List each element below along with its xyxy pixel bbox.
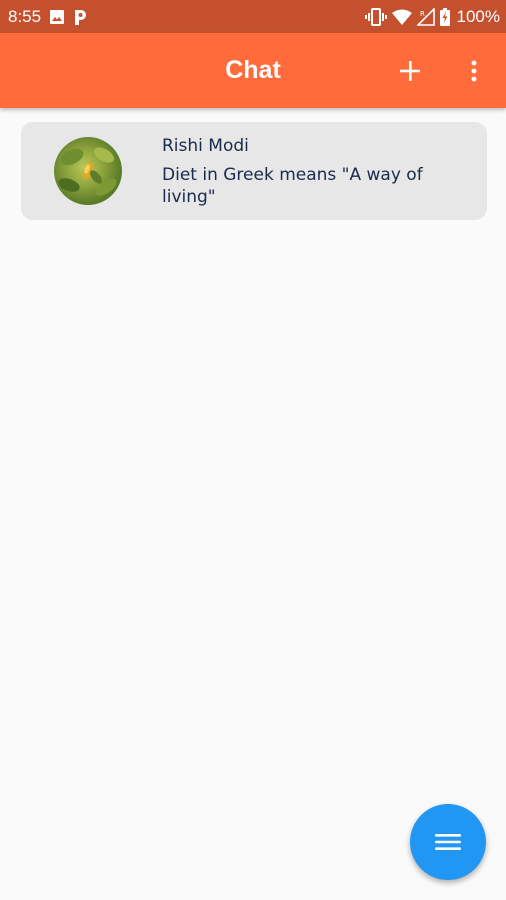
avatar xyxy=(54,137,122,205)
battery-percentage: 100% xyxy=(456,6,500,26)
chat-text: Rishi Modi Diet in Greek means "A way of… xyxy=(162,135,462,208)
signal-icon: R xyxy=(416,7,435,26)
app-bar: Chat xyxy=(0,33,506,108)
chat-list-item[interactable]: Rishi Modi Diet in Greek means "A way of… xyxy=(21,122,487,220)
menu-icon xyxy=(435,834,461,850)
status-time: 8:55 xyxy=(8,6,42,26)
status-bar-right: R 100% xyxy=(364,6,500,27)
chat-list: Rishi Modi Diet in Greek means "A way of… xyxy=(21,122,487,220)
add-icon xyxy=(400,61,420,81)
contact-name: Rishi Modi xyxy=(162,136,249,156)
p-icon xyxy=(72,8,88,26)
more-vert-icon xyxy=(471,60,477,82)
status-bar: 8:55 R 100% xyxy=(0,0,506,33)
image-icon xyxy=(49,9,65,25)
status-bar-left: 8:55 xyxy=(8,7,95,27)
vibrate-icon xyxy=(364,7,387,26)
more-options-button[interactable] xyxy=(454,51,494,91)
svg-text:R: R xyxy=(420,10,425,18)
battery-icon xyxy=(439,7,450,26)
chat-screen: 8:55 R 100% Chat Rishi Modi Diet in Gree… xyxy=(0,0,506,900)
menu-fab-button[interactable] xyxy=(410,804,486,880)
last-message: Diet in Greek means "A way of living" xyxy=(162,165,423,207)
wifi-icon xyxy=(391,9,412,25)
add-chat-button[interactable] xyxy=(390,51,430,91)
page-title: Chat xyxy=(225,56,281,84)
